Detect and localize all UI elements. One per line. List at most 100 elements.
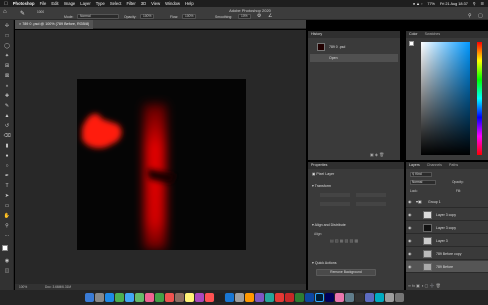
gradient-tool-icon[interactable]: ▮: [3, 143, 11, 150]
eye-icon[interactable]: ◉: [408, 264, 412, 269]
contacts-icon[interactable]: [174, 293, 184, 302]
lasso-tool-icon[interactable]: ◯: [3, 43, 11, 50]
menu-file[interactable]: File: [40, 1, 47, 6]
transform-y-field[interactable]: [356, 202, 386, 206]
pen-tool-icon[interactable]: ✒: [3, 173, 11, 180]
photoshop-icon[interactable]: [314, 293, 324, 302]
maps-icon[interactable]: [134, 293, 144, 302]
screen-mode-icon[interactable]: ◫: [3, 268, 11, 275]
layers-footer-icons[interactable]: ∞ fx ▣ ◑ ▢ ➕ 🗑: [408, 283, 441, 288]
dodge-tool-icon[interactable]: ○: [3, 163, 11, 170]
marquee-tool-icon[interactable]: □: [3, 33, 11, 40]
more-tools-icon[interactable]: ⋯: [3, 233, 11, 240]
messages-icon[interactable]: [114, 293, 124, 302]
calendar-icon[interactable]: [164, 293, 174, 302]
path-select-icon[interactable]: ➤: [3, 193, 11, 200]
brush-tool-icon[interactable]: ✎: [20, 10, 28, 18]
mode-select[interactable]: Normal: [77, 14, 119, 19]
menu-select[interactable]: Select: [110, 1, 122, 6]
app-icon[interactable]: [294, 293, 304, 302]
type-tool-icon[interactable]: T: [3, 183, 11, 190]
transform-x-field[interactable]: [320, 202, 350, 206]
app-icon[interactable]: [344, 293, 354, 302]
app-icon[interactable]: [284, 293, 294, 302]
zoom-tool-icon[interactable]: ⚲: [3, 223, 11, 230]
app-icon[interactable]: [334, 293, 344, 302]
menu-view[interactable]: View: [151, 1, 160, 6]
remove-background-button[interactable]: Remove Background: [316, 269, 376, 276]
history-snapshot[interactable]: 789 0 .psd: [310, 42, 398, 52]
app-icon[interactable]: [364, 293, 374, 302]
search-icon[interactable]: ⚲: [473, 1, 476, 6]
music-icon[interactable]: [204, 293, 214, 302]
mail-icon[interactable]: [124, 293, 134, 302]
move-tool-icon[interactable]: ✢: [3, 23, 11, 30]
quick-mask-icon[interactable]: ◉: [3, 258, 11, 265]
eye-icon[interactable]: ◉: [408, 238, 412, 243]
quick-select-icon[interactable]: ✦: [3, 53, 11, 60]
history-footer-icons[interactable]: ▣ ◈ 🗑: [370, 152, 384, 157]
app-icon[interactable]: [324, 293, 334, 302]
close-icon[interactable]: ×: [19, 22, 21, 26]
app-icon[interactable]: [354, 293, 364, 302]
foreground-color-swatch[interactable]: [2, 245, 8, 251]
battery-percent[interactable]: 77%: [427, 2, 435, 6]
angle-icon[interactable]: ∠: [268, 13, 272, 19]
launchpad-icon[interactable]: [94, 293, 104, 302]
menu-app-name[interactable]: Photoshop: [13, 1, 35, 6]
menu-help[interactable]: Help: [185, 1, 194, 6]
opacity-field[interactable]: 100%: [140, 14, 154, 19]
facetime-icon[interactable]: [154, 293, 164, 302]
photos-icon[interactable]: [144, 293, 154, 302]
history-step-open[interactable]: Open: [310, 54, 398, 62]
align-section[interactable]: ▾ Align and Distribute: [312, 223, 346, 227]
transform-section[interactable]: ▾ Transform: [312, 184, 331, 188]
hue-slider[interactable]: [477, 42, 482, 155]
blur-tool-icon[interactable]: ●: [3, 153, 11, 160]
tv-icon[interactable]: [214, 293, 224, 302]
workspace-icon[interactable]: ▢: [478, 13, 483, 19]
app-store-icon[interactable]: [224, 293, 234, 302]
eye-icon[interactable]: ◉: [408, 251, 412, 256]
eyedropper-tool-icon[interactable]: ⁎: [3, 83, 11, 90]
layer-filter-select[interactable]: ⚲ Kind: [410, 172, 432, 177]
document-canvas[interactable]: [77, 79, 246, 250]
align-buttons[interactable]: ▤ ▥ ▦ ▧ ▨ ▩: [330, 238, 358, 243]
hand-tool-icon[interactable]: ✋: [3, 213, 11, 220]
transform-width-field[interactable]: [320, 193, 350, 197]
history-tab[interactable]: History: [308, 32, 325, 36]
menu-layer[interactable]: Layer: [80, 1, 90, 6]
color-picker-field[interactable]: [421, 42, 470, 155]
finder-icon[interactable]: [84, 293, 94, 302]
layer-row[interactable]: ◉ 789 Before copy: [406, 248, 488, 260]
control-center-icon[interactable]: ☰: [481, 1, 484, 6]
history-brush-icon[interactable]: ↺: [3, 123, 11, 130]
tab-layers[interactable]: Layers: [406, 163, 423, 167]
layer-row[interactable]: ◉ ▾▣ Group 1: [406, 196, 488, 208]
layer-row[interactable]: ◉ Layer 3: [406, 235, 488, 247]
downloads-folder-icon[interactable]: [384, 293, 394, 302]
layer-row-selected[interactable]: ◉ 789 Before: [406, 261, 488, 273]
tab-paths[interactable]: Paths: [446, 163, 461, 167]
quick-actions-section[interactable]: ▾ Quick Actions: [312, 261, 337, 265]
apple-icon[interactable]: : [4, 1, 8, 7]
status-icons[interactable]: ● ▲ ▫: [413, 2, 423, 6]
home-icon[interactable]: ⌂: [3, 9, 11, 17]
eye-icon[interactable]: ◉: [408, 225, 412, 230]
smoothing-field[interactable]: 10%: [238, 14, 251, 19]
layer-row[interactable]: ◉ Layer 3 copy: [406, 222, 488, 234]
layer-row[interactable]: ◉ Layer 3 copy: [406, 209, 488, 221]
frame-tool-icon[interactable]: ⊠: [3, 73, 11, 80]
menu-filter[interactable]: Filter: [126, 1, 135, 6]
settings-gear-icon[interactable]: ⚙: [257, 13, 261, 19]
eye-icon[interactable]: ◉: [408, 199, 412, 204]
system-preferences-icon[interactable]: [234, 293, 244, 302]
podcasts-icon[interactable]: [194, 293, 204, 302]
app-icon[interactable]: [264, 293, 274, 302]
flow-field[interactable]: 100%: [182, 14, 196, 19]
shape-tool-icon[interactable]: ▭: [3, 203, 11, 210]
document-tab[interactable]: × 789 0 .psd @ 100% (789 Before, RGB/8): [15, 20, 94, 29]
crop-tool-icon[interactable]: ⊞: [3, 63, 11, 70]
eraser-tool-icon[interactable]: ⌫: [3, 133, 11, 140]
stamp-tool-icon[interactable]: ▲: [3, 113, 11, 120]
